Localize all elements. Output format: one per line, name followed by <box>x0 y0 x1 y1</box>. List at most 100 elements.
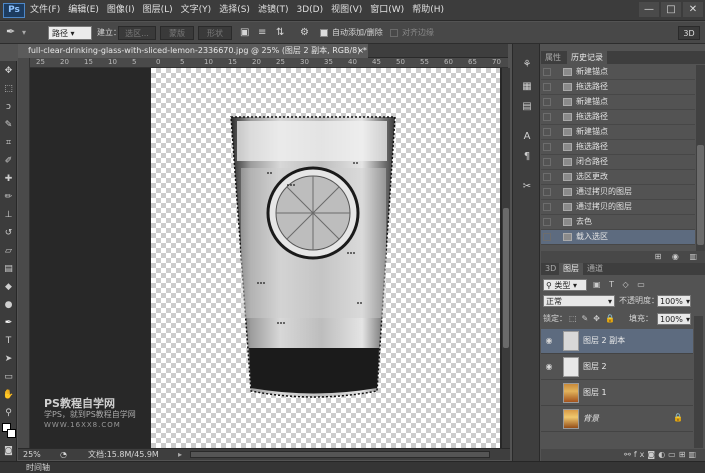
new-document-from-state-icon[interactable]: ⊞ <box>655 252 662 261</box>
menu-item[interactable]: 编辑(E) <box>68 0 107 21</box>
quick-selection-tool-icon[interactable]: ✎ <box>2 119 15 132</box>
clone-stamp-tool-icon[interactable]: ⊥ <box>2 209 15 222</box>
history-source-checkbox[interactable] <box>543 143 551 151</box>
document-tab[interactable]: full-clear-drinking-glass-with-sliced-le… <box>18 44 368 58</box>
lasso-tool-icon[interactable]: ↄ <box>2 101 15 114</box>
status-menu-chevron-icon[interactable]: ▸ <box>178 449 182 461</box>
tools-settings-icon[interactable]: ✂ <box>519 180 535 194</box>
history-source-checkbox[interactable] <box>543 233 551 241</box>
history-state[interactable]: 新建锚点 <box>541 125 695 140</box>
history-source-checkbox[interactable] <box>543 68 551 76</box>
blur-tool-icon[interactable]: ◆ <box>2 281 15 294</box>
move-tool-icon[interactable]: ✥ <box>2 65 15 78</box>
paragraph-panel-icon[interactable]: ¶ <box>519 150 535 164</box>
menu-item[interactable]: 图层(L) <box>143 0 181 21</box>
character-panel-icon[interactable]: A <box>519 130 535 144</box>
visibility-eye-icon[interactable]: ◉ <box>544 362 554 372</box>
eraser-tool-icon[interactable]: ▱ <box>2 245 15 258</box>
settings-gear-icon[interactable]: ⚙ <box>300 26 309 40</box>
workspace-3d-button[interactable]: 3D <box>678 26 700 40</box>
type-tool-icon[interactable]: T <box>2 335 15 348</box>
menu-item[interactable]: 选择(S) <box>219 0 258 21</box>
new-layer-icon[interactable]: ⊞ <box>679 450 689 459</box>
healing-brush-tool-icon[interactable]: ✚ <box>2 173 15 186</box>
history-state[interactable]: 去色 <box>541 215 695 230</box>
history-state[interactable]: 新建锚点 <box>541 65 695 80</box>
horizontal-scrollbar[interactable] <box>190 451 490 458</box>
delete-layer-icon[interactable]: ▥ <box>688 450 699 459</box>
gradient-tool-icon[interactable]: ▤ <box>2 263 15 276</box>
auto-add-delete-checkbox[interactable] <box>320 29 328 37</box>
menu-item[interactable]: 3D(D) <box>296 0 331 21</box>
visibility-eye-icon[interactable]: ◉ <box>544 336 554 346</box>
eyedropper-tool-icon[interactable]: ✐ <box>2 155 15 168</box>
history-state[interactable]: 通过拷贝的图层 <box>541 200 695 215</box>
fill-input[interactable]: 100% ▾ <box>657 313 691 325</box>
history-state[interactable]: 闭合路径 <box>541 155 695 170</box>
make-selection-button[interactable]: 选区... <box>118 26 156 40</box>
history-source-checkbox[interactable] <box>543 158 551 166</box>
align-edges-checkbox[interactable] <box>390 29 398 37</box>
menu-item[interactable]: 帮助(H) <box>412 0 452 21</box>
link-layers-icon[interactable]: ⚯ <box>624 450 634 459</box>
menu-item[interactable]: 视图(V) <box>331 0 370 21</box>
path-alignment-icon[interactable]: ≡ <box>258 26 266 40</box>
layer-filter-icons[interactable]: ▣ T ◇ ▭ <box>593 279 648 291</box>
history-state[interactable]: 载入选区 <box>541 230 695 245</box>
history-scrollbar-thumb[interactable] <box>697 145 704 245</box>
menu-item[interactable]: 文字(Y) <box>181 0 220 21</box>
path-selection-tool-icon[interactable]: ➤ <box>2 353 15 366</box>
dodge-tool-icon[interactable]: ● <box>2 299 15 312</box>
pen-tool-icon[interactable]: ✒ <box>6 25 15 39</box>
history-state[interactable]: 新建锚点 <box>541 95 695 110</box>
layer-row[interactable]: ◉ 图层 2 <box>541 355 693 380</box>
blend-mode-select[interactable]: 正常 ▾ <box>543 295 615 307</box>
history-scrollbar[interactable] <box>696 65 705 251</box>
quick-mask-icon[interactable]: ◙ <box>2 445 15 458</box>
menu-item[interactable]: 窗口(W) <box>370 0 412 21</box>
tab-properties[interactable]: 属性 <box>541 51 565 64</box>
history-state[interactable]: 选区更改 <box>541 170 695 185</box>
history-source-checkbox[interactable] <box>543 128 551 136</box>
tab-history[interactable]: 历史记录 <box>567 51 607 64</box>
history-state[interactable]: 拖选路径 <box>541 140 695 155</box>
tab-channels[interactable]: 通道 <box>583 263 607 275</box>
make-mask-button[interactable]: 蒙版 <box>160 26 194 40</box>
close-window-button[interactable]: ✕ <box>683 2 703 17</box>
crop-tool-icon[interactable]: ⌗ <box>2 137 15 150</box>
canvas-area[interactable]: PS教程自学网 学PS，就到PS教程自学网 WWW.16XX8.COM <box>30 68 502 448</box>
history-state[interactable]: 拖选路径 <box>541 80 695 95</box>
delete-state-icon[interactable]: ▥ <box>689 252 697 261</box>
background-color-swatch[interactable] <box>7 429 16 438</box>
layers-scrollbar[interactable] <box>694 316 703 448</box>
maximize-button[interactable]: □ <box>661 2 681 17</box>
history-brush-tool-icon[interactable]: ↺ <box>2 227 15 240</box>
adjustments-icon[interactable]: ▦ <box>519 80 535 94</box>
add-mask-icon[interactable]: ◙ <box>647 450 658 459</box>
canvas-vertical-scrollbar[interactable] <box>502 68 510 448</box>
history-source-checkbox[interactable] <box>543 203 551 211</box>
close-document-icon[interactable]: × <box>357 44 364 58</box>
navigator-icon[interactable]: ▤ <box>519 100 535 114</box>
history-source-checkbox[interactable] <box>543 173 551 181</box>
rectangle-tool-icon[interactable]: ▭ <box>2 371 15 384</box>
history-source-checkbox[interactable] <box>543 83 551 91</box>
minimize-button[interactable]: — <box>639 2 659 17</box>
history-source-checkbox[interactable] <box>543 188 551 196</box>
menu-item[interactable]: 滤镜(T) <box>258 0 297 21</box>
new-snapshot-icon[interactable]: ◉ <box>672 252 679 261</box>
layer-row[interactable]: ◉ 图层 2 副本 <box>541 329 693 354</box>
history-source-checkbox[interactable] <box>543 218 551 226</box>
scrollbar-thumb[interactable] <box>503 208 509 348</box>
hand-tool-icon[interactable]: ✋ <box>2 389 15 402</box>
layer-row[interactable]: 背景 🔒 <box>541 407 693 432</box>
menu-item[interactable]: 图像(I) <box>107 0 143 21</box>
make-shape-button[interactable]: 形状 <box>198 26 232 40</box>
history-source-checkbox[interactable] <box>543 113 551 121</box>
marquee-tool-icon[interactable]: ⬚ <box>2 83 15 96</box>
tool-preset-chevron-icon[interactable]: ▾ <box>22 26 26 40</box>
zoom-level[interactable]: 25% <box>23 449 41 461</box>
layer-style-icon[interactable]: fx <box>634 450 648 459</box>
menu-item[interactable]: 文件(F) <box>30 0 68 21</box>
path-arrangement-icon[interactable]: ⇅ <box>276 26 284 40</box>
